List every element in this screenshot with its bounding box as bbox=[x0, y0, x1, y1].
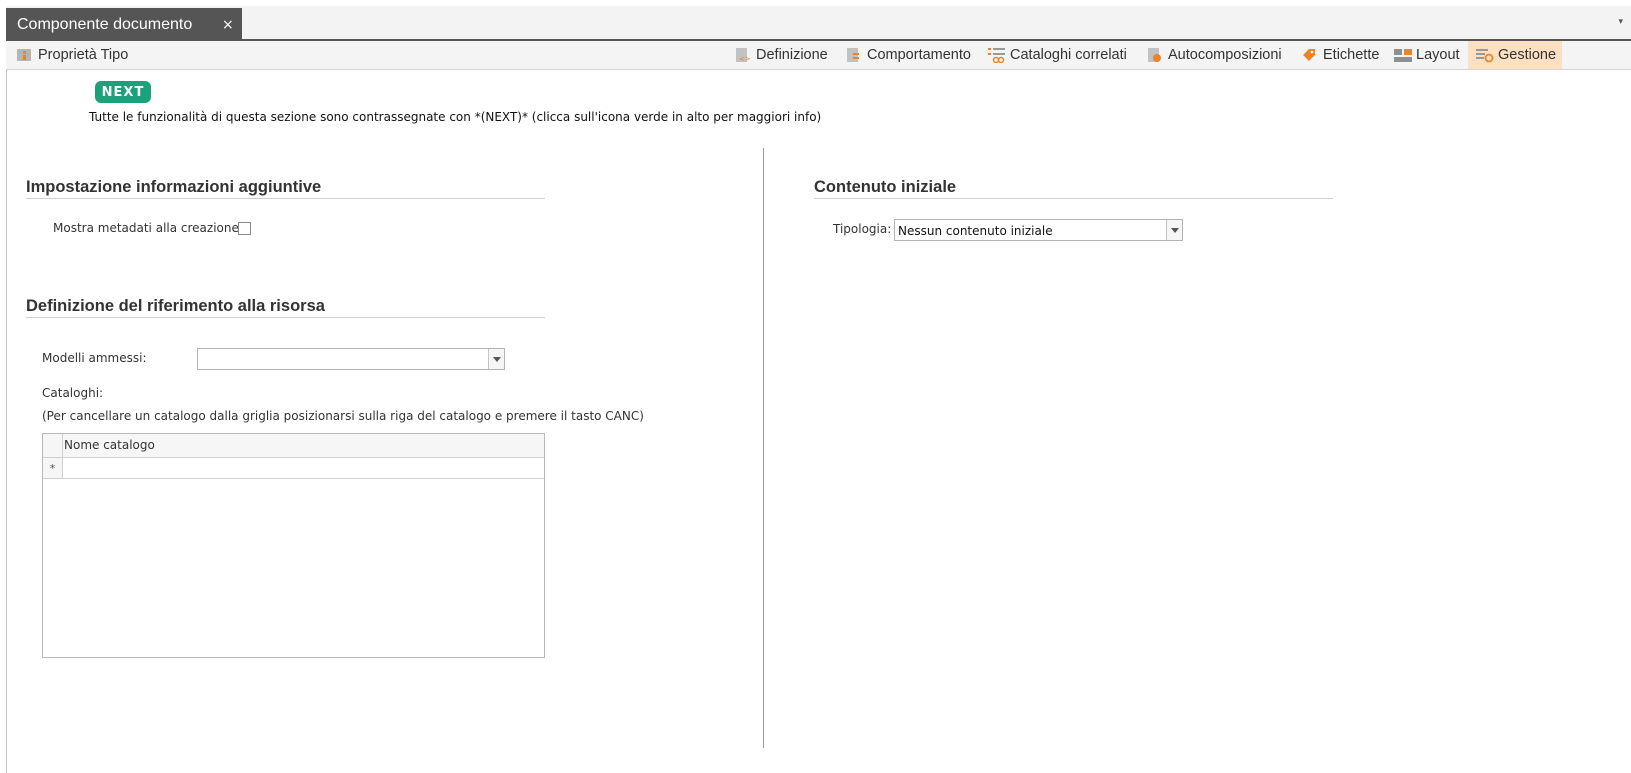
catalogs-label: Cataloghi: bbox=[42, 386, 104, 400]
show-metadata-checkbox[interactable] bbox=[238, 222, 251, 235]
tab-etichette[interactable]: Etichette bbox=[1301, 41, 1379, 69]
type-label: Tipologia: bbox=[833, 222, 892, 236]
section-toolbar: Proprietà Tipo <> Definizione Comportame… bbox=[6, 41, 1631, 70]
autocomposition-icon bbox=[1146, 47, 1162, 63]
initial-content-divider bbox=[814, 198, 1333, 199]
management-icon bbox=[1476, 47, 1494, 63]
grid-corner bbox=[43, 434, 63, 457]
tag-icon bbox=[1301, 47, 1317, 63]
chevron-down-icon[interactable] bbox=[1166, 220, 1182, 240]
definition-icon: <> bbox=[734, 47, 751, 63]
catalogs-grid[interactable]: Nome catalogo * bbox=[42, 433, 545, 658]
tab-cataloghi-correlati-label: Cataloghi correlati bbox=[1010, 47, 1127, 63]
info-icon bbox=[16, 47, 32, 63]
document-tab[interactable]: Componente documento × bbox=[6, 8, 242, 41]
type-properties-label: Proprietà Tipo bbox=[38, 47, 129, 63]
additional-info-divider bbox=[26, 198, 545, 199]
tab-layout-label: Layout bbox=[1416, 47, 1460, 63]
behavior-icon bbox=[845, 47, 861, 63]
next-badge[interactable]: NEXT bbox=[95, 81, 151, 103]
column-nome-catalogo[interactable]: Nome catalogo bbox=[64, 438, 155, 452]
new-row-cell[interactable] bbox=[63, 458, 544, 478]
tab-layout[interactable]: Layout bbox=[1394, 41, 1460, 69]
tab-definizione[interactable]: <> Definizione bbox=[734, 41, 828, 69]
new-row-marker: * bbox=[43, 458, 63, 478]
tab-etichette-label: Etichette bbox=[1323, 47, 1380, 63]
grid-header: Nome catalogo bbox=[43, 434, 544, 458]
resource-ref-title: Definizione del riferimento alla risorsa bbox=[26, 297, 325, 315]
table-row-new[interactable]: * bbox=[43, 458, 544, 479]
type-properties-button[interactable]: Proprietà Tipo bbox=[16, 41, 128, 69]
additional-info-title: Impostazione informazioni aggiuntive bbox=[26, 178, 322, 196]
initial-content-title: Contenuto iniziale bbox=[814, 178, 957, 196]
layout-icon bbox=[1394, 47, 1412, 63]
tab-strip: Componente documento × ▾ bbox=[6, 6, 1631, 41]
show-metadata-label: Mostra metadati alla creazione: bbox=[53, 221, 243, 235]
tab-cataloghi-correlati[interactable]: Cataloghi correlati bbox=[988, 41, 1127, 69]
initial-content-type-select[interactable]: Nessun contenuto iniziale bbox=[894, 219, 1183, 241]
svg-text:<>: <> bbox=[739, 55, 750, 63]
tab-gestione-label: Gestione bbox=[1498, 47, 1557, 63]
document-tab-title: Componente documento bbox=[17, 16, 193, 33]
resource-ref-divider bbox=[26, 317, 545, 318]
related-catalogs-icon bbox=[988, 47, 1005, 64]
catalogs-hint: (Per cancellare un catalogo dalla grigli… bbox=[42, 409, 644, 423]
tab-gestione[interactable]: Gestione bbox=[1468, 41, 1563, 69]
column-divider bbox=[763, 148, 764, 748]
tab-list-dropdown-icon[interactable]: ▾ bbox=[1618, 17, 1623, 27]
tab-comportamento[interactable]: Comportamento bbox=[845, 41, 971, 69]
next-info-text: Tutte le funzionalità di questa sezione … bbox=[89, 110, 822, 124]
tab-autocomposizioni[interactable]: Autocomposizioni bbox=[1146, 41, 1282, 69]
allowed-models-label: Modelli ammessi: bbox=[42, 351, 147, 365]
close-icon[interactable]: × bbox=[222, 17, 234, 33]
allowed-models-select[interactable] bbox=[197, 348, 505, 370]
initial-content-type-value: Nessun contenuto iniziale bbox=[898, 224, 1053, 238]
tab-definizione-label: Definizione bbox=[756, 47, 828, 63]
chevron-down-icon[interactable] bbox=[488, 349, 504, 369]
tab-autocomposizioni-label: Autocomposizioni bbox=[1168, 47, 1282, 63]
tab-comportamento-label: Comportamento bbox=[867, 47, 971, 63]
